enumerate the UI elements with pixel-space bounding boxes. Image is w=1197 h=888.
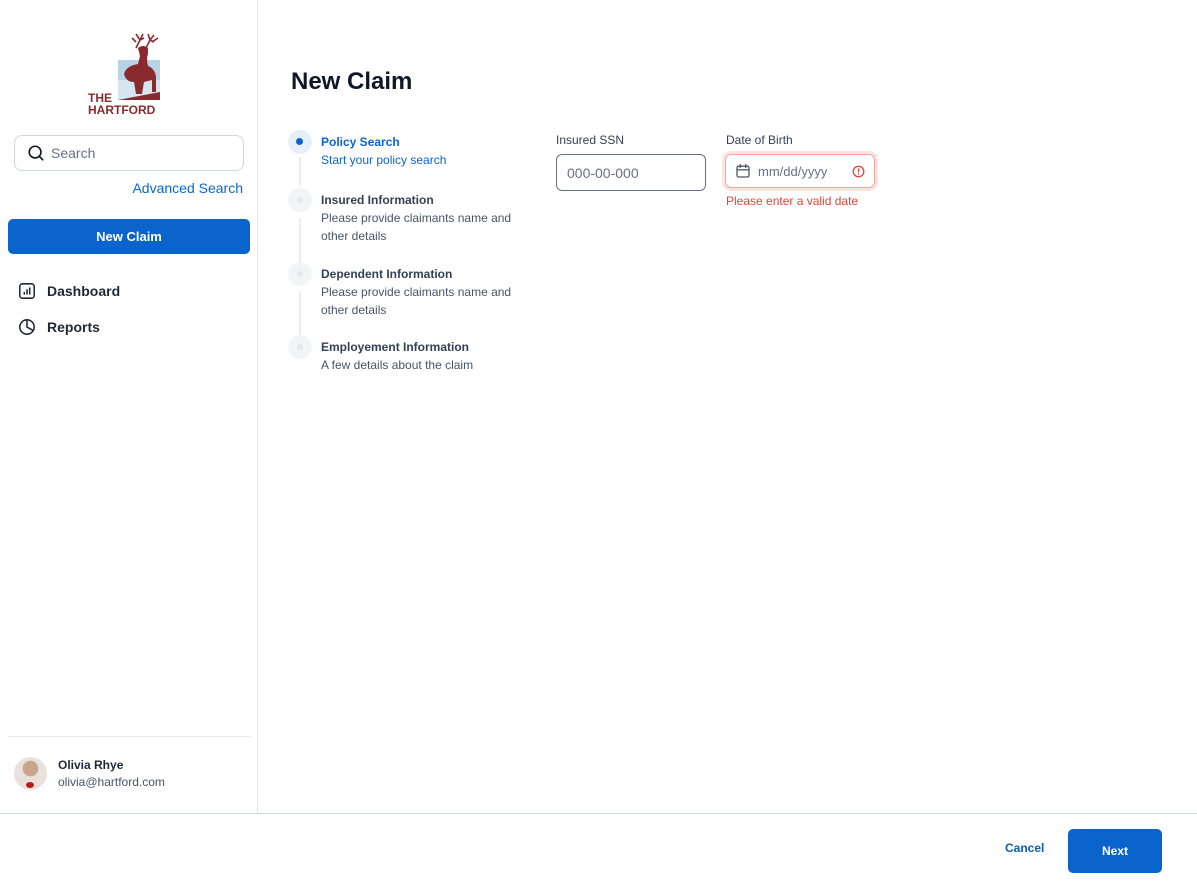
divider xyxy=(8,736,251,737)
logo-text-hartford: HARTFORD xyxy=(88,103,156,117)
alert-circle-icon xyxy=(852,165,865,177)
sidebar-item-dashboard[interactable]: Dashboard xyxy=(18,282,120,300)
step-description: A few details about the claim xyxy=(321,358,474,372)
dob-input[interactable] xyxy=(758,163,838,179)
step-connector xyxy=(299,218,301,264)
search-field[interactable] xyxy=(14,135,244,171)
calendar-icon[interactable] xyxy=(735,163,751,179)
step-title: Employement Information xyxy=(321,340,470,354)
next-button[interactable]: Next xyxy=(1068,829,1162,873)
step-pending-icon xyxy=(288,335,312,359)
page-title: New Claim xyxy=(291,68,413,95)
dob-label: Date of Birth xyxy=(726,133,793,147)
sidebar-item-label: Dashboard xyxy=(47,283,121,299)
new-claim-button[interactable]: New Claim xyxy=(8,219,250,254)
step-title: Policy Search xyxy=(321,135,400,149)
sidebar: THE HARTFORD Advanced Search New Claim D… xyxy=(0,0,258,813)
dob-field[interactable] xyxy=(725,154,875,188)
user-email: olivia@hartford.com xyxy=(58,775,165,789)
ssn-label: Insured SSN xyxy=(556,133,625,147)
step-dependent-information[interactable]: Dependent Information Please provide cla… xyxy=(288,262,531,338)
step-title: Dependent Information xyxy=(321,267,453,281)
step-policy-search[interactable]: Policy Search Start your policy search xyxy=(288,130,531,185)
step-employement-information[interactable]: Employement Information A few details ab… xyxy=(288,335,531,374)
user-name: Olivia Rhye xyxy=(58,758,124,772)
footer-bar: Cancel Next xyxy=(0,813,1197,888)
ssn-input[interactable] xyxy=(556,154,706,191)
step-title: Insured Information xyxy=(321,193,434,207)
advanced-search-link[interactable]: Advanced Search xyxy=(132,180,243,196)
bar-chart-icon xyxy=(19,283,35,299)
step-connector xyxy=(299,157,301,185)
step-description: Start your policy search xyxy=(321,153,447,167)
step-insured-information[interactable]: Insured Information Please provide claim… xyxy=(288,188,531,264)
step-description: Please provide claimants name and other … xyxy=(321,211,512,243)
hartford-logo[interactable]: THE HARTFORD xyxy=(86,30,176,118)
stag-antlers-icon xyxy=(131,33,159,49)
step-pending-icon xyxy=(288,262,312,286)
search-icon xyxy=(28,145,44,161)
pie-chart-icon xyxy=(19,319,35,335)
step-active-icon xyxy=(288,130,312,154)
search-input[interactable] xyxy=(51,145,221,161)
avatar xyxy=(14,757,47,790)
step-description: Please provide claimants name and other … xyxy=(321,285,512,317)
step-pending-icon xyxy=(288,188,312,212)
user-profile[interactable]: Olivia Rhye olivia@hartford.com xyxy=(14,757,165,790)
dob-error-message: Please enter a valid date xyxy=(726,194,859,208)
sidebar-item-reports[interactable]: Reports xyxy=(18,318,100,336)
step-connector xyxy=(299,292,301,338)
cancel-button[interactable]: Cancel xyxy=(1005,841,1044,855)
sidebar-item-label: Reports xyxy=(47,319,100,335)
